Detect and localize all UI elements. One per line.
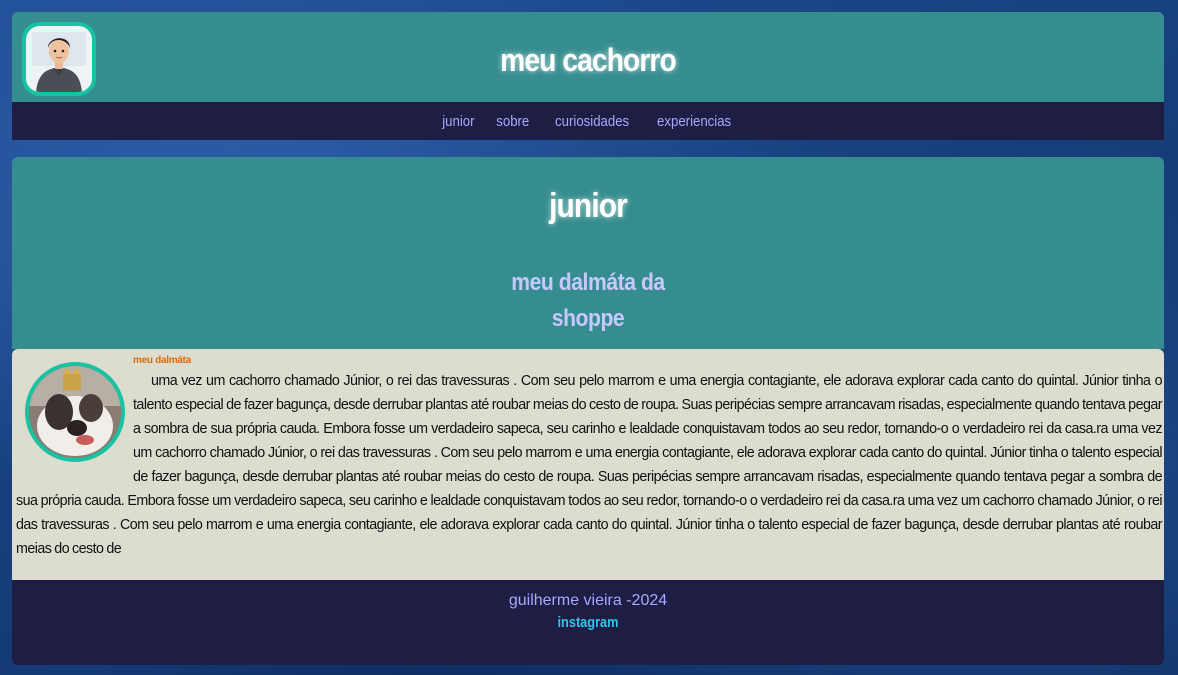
site-footer: guilherme vieira -2024 instagram <box>12 580 1164 665</box>
dog-photo-icon <box>25 362 125 462</box>
page-subtitle: meu dalmáta da shoppe <box>511 269 665 332</box>
story-text: uma vez um cachorro chamado Júnior, o re… <box>16 373 1163 557</box>
story-article: meu dalmáta uma vez um cachorro chamado … <box>12 349 1164 580</box>
page-title: junior <box>549 187 628 225</box>
instagram-link[interactable]: instagram <box>98 614 1077 631</box>
site-header: meu cachorro <box>12 12 1164 102</box>
main-nav: junior sobre curiosidades experiencias <box>12 102 1164 140</box>
site-title: meu cachorro <box>500 42 677 78</box>
footer-copyright: guilherme vieira -2024 <box>508 592 668 609</box>
nav-link-sobre[interactable]: sobre <box>497 113 530 130</box>
nav-link-junior[interactable]: junior <box>442 113 474 130</box>
nav-link-experiencias[interactable]: experiencias <box>657 113 731 130</box>
image-caption: meu dalmáta <box>133 355 191 366</box>
nav-link-curiosidades[interactable]: curiosidades <box>555 113 629 130</box>
hero-section: junior meu dalmáta da shoppe <box>12 157 1164 349</box>
